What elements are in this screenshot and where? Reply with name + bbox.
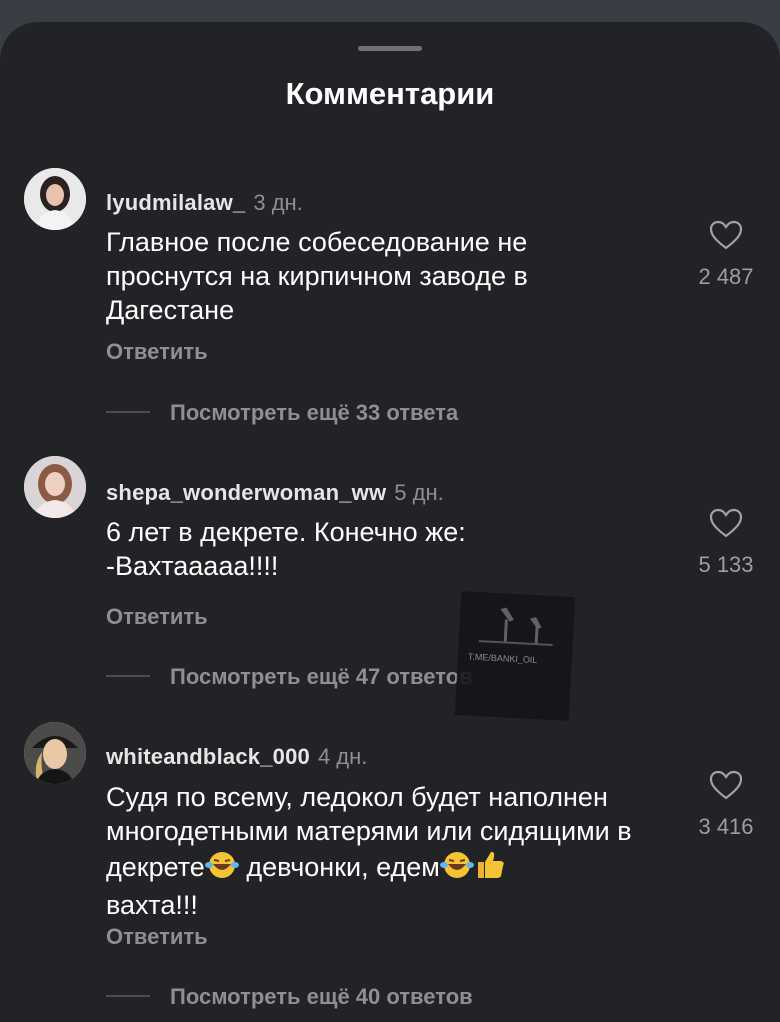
like-block: 2 487: [690, 220, 762, 290]
thumbs-up-emoji-icon: [474, 848, 506, 888]
comment-time: 5 дн.: [394, 480, 444, 505]
comments-sheet: Комментарии lyudmilalaw_ 3 дн. Главное по…: [0, 22, 780, 1022]
divider-line: [106, 411, 150, 414]
heart-icon[interactable]: [709, 220, 743, 250]
comment-time: 4 дн.: [317, 744, 368, 769]
avatar[interactable]: [24, 168, 86, 230]
username[interactable]: lyudmilalaw_: [106, 190, 245, 215]
like-count: 2 487: [698, 264, 754, 289]
like-count: 5 133: [698, 552, 754, 577]
like-block: 5 133: [690, 508, 762, 578]
view-more-replies[interactable]: Посмотреть ещё 47 ответов: [106, 664, 473, 690]
reply-button[interactable]: Ответить: [106, 604, 208, 630]
comment-text-part: девчонки, едем: [238, 852, 440, 882]
comment-meta: shepa_wonderwoman_ww 5 дн.: [106, 480, 444, 506]
view-more-replies-label: Посмотреть ещё 47 ответов: [170, 664, 473, 689]
reply-button[interactable]: Ответить: [106, 924, 208, 950]
view-more-replies[interactable]: Посмотреть ещё 40 ответов: [106, 984, 473, 1010]
comment-text: 6 лет в декрете. Конечно же: -Вахтааааа!…: [106, 515, 666, 583]
username[interactable]: shepa_wonderwoman_ww: [106, 480, 386, 505]
comment-text: Судя по всему, ледокол будет наполнен мн…: [106, 780, 666, 922]
reply-button[interactable]: Ответить: [106, 339, 208, 365]
heart-icon[interactable]: [709, 508, 743, 538]
view-more-replies-label: Посмотреть ещё 40 ответов: [170, 984, 473, 1009]
username[interactable]: whiteandblack_000: [106, 744, 310, 769]
view-more-replies-label: Посмотреть ещё 33 ответа: [170, 400, 459, 425]
view-more-replies[interactable]: Посмотреть ещё 33 ответа: [106, 400, 458, 426]
comment-meta: lyudmilalaw_ 3 дн.: [106, 190, 303, 216]
heart-icon[interactable]: [709, 770, 743, 800]
avatar[interactable]: [24, 456, 86, 518]
divider-line: [106, 995, 150, 998]
comment-text-line: -Вахтааааа!!!!: [106, 551, 279, 581]
sheet-grabber[interactable]: [358, 46, 422, 51]
comment-text: Главное после собеседование не проснутся…: [106, 227, 528, 325]
laughing-emoji-icon: [204, 850, 239, 888]
comment-time: 3 дн.: [253, 190, 303, 215]
like-block: 3 416: [690, 770, 762, 840]
watermark: T.ME/BANKI_OIL: [454, 591, 576, 721]
sheet-title: Комментарии: [285, 76, 495, 111]
comment-meta: whiteandblack_000 4 дн.: [106, 744, 367, 770]
comment-text-line: 6 лет в декрете. Конечно же:: [106, 517, 466, 547]
divider-line: [106, 675, 150, 678]
like-count: 3 416: [698, 814, 754, 839]
comment-text-line: вахта!!!: [106, 890, 198, 920]
laughing-emoji-icon: [439, 850, 474, 888]
avatar[interactable]: [24, 722, 86, 784]
